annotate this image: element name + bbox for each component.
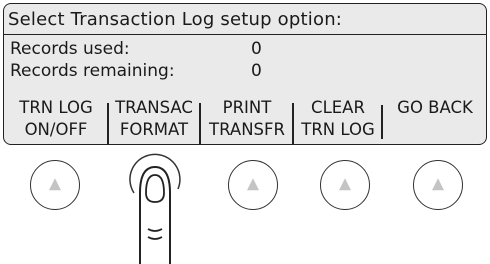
- softkey-label-line1: TRN LOG: [19, 98, 93, 117]
- softkey-clear-trn-log[interactable]: CLEAR TRN LOG: [294, 97, 382, 143]
- screen-title: Select Transaction Log setup option:: [4, 4, 486, 35]
- records-remaining-value: 0: [251, 61, 262, 81]
- hardware-button-3[interactable]: [228, 160, 278, 210]
- up-arrow-icon: [247, 178, 259, 191]
- softkey-label-line2: ON/OFF: [24, 120, 88, 139]
- records-remaining-label: Records remaining:: [10, 61, 175, 81]
- hardware-button-1[interactable]: [30, 160, 80, 210]
- records-used-label: Records used:: [10, 39, 130, 59]
- softkey-print-transfr[interactable]: PRINT TRANSFR: [201, 97, 293, 143]
- up-arrow-icon: [339, 178, 351, 191]
- softkey-transac-format[interactable]: TRANSAC FORMAT: [109, 97, 199, 143]
- lcd-screen: Select Transaction Log setup option: Rec…: [3, 3, 487, 145]
- up-arrow-icon: [432, 178, 444, 191]
- softkey-label-line2: TRANSFR: [209, 120, 285, 139]
- softkey-label-line1: CLEAR: [311, 98, 365, 117]
- softkey-label-line2: TRN LOG: [301, 120, 375, 139]
- softkey-trn-log-on-off[interactable]: TRN LOG ON/OFF: [4, 97, 108, 143]
- softkey-label-line1: PRINT: [222, 98, 272, 117]
- hardware-button-5[interactable]: [413, 160, 463, 210]
- softkey-go-back[interactable]: GO BACK: [384, 97, 486, 143]
- records-used-value: 0: [251, 39, 262, 59]
- softkey-label-line1: TRANSAC: [115, 98, 193, 117]
- softkey-label-line2: FORMAT: [119, 120, 189, 139]
- softkey-divider: [381, 105, 383, 139]
- up-arrow-icon: [49, 178, 61, 191]
- softkey-label-line1: GO BACK: [397, 98, 473, 117]
- finger-press-icon: [129, 153, 181, 264]
- hardware-button-4[interactable]: [320, 160, 370, 210]
- softkey-bar: TRN LOG ON/OFF TRANSAC FORMAT PRINT TRAN…: [4, 91, 486, 144]
